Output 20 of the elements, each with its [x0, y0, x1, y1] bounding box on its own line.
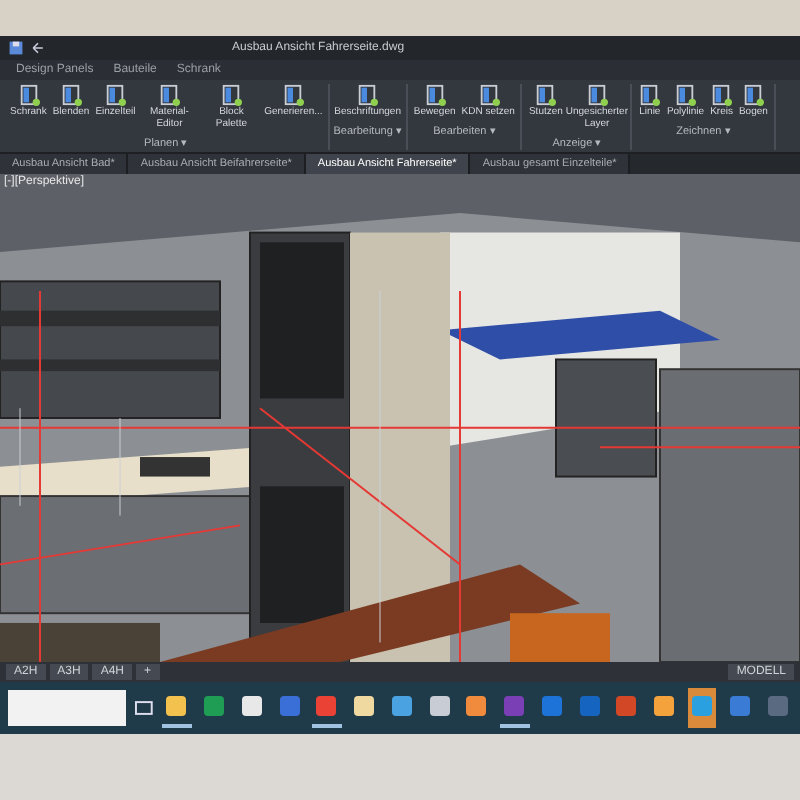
- tool-icon: [17, 84, 40, 106]
- tool-icon: [158, 84, 181, 106]
- tool-icon: [60, 84, 83, 106]
- undo-icon[interactable]: [30, 40, 46, 56]
- save-icon[interactable]: [8, 40, 24, 56]
- tool-icon: [423, 84, 446, 106]
- tool-icon: [674, 84, 697, 106]
- tool-icon: [710, 84, 733, 106]
- tool-icon: [742, 84, 765, 106]
- app-icon[interactable]: [687, 687, 717, 727]
- search-field[interactable]: [8, 689, 127, 725]
- tool-icon: [477, 84, 500, 106]
- tool-icon: [534, 84, 557, 106]
- tool-icon: [585, 84, 608, 106]
- tool-icon: [104, 84, 127, 106]
- tool-icon: [356, 84, 379, 106]
- task-view-icon[interactable]: [134, 697, 154, 717]
- tool-icon: [220, 84, 243, 106]
- tool-icon: [282, 84, 305, 106]
- tool-icon: [638, 84, 661, 106]
